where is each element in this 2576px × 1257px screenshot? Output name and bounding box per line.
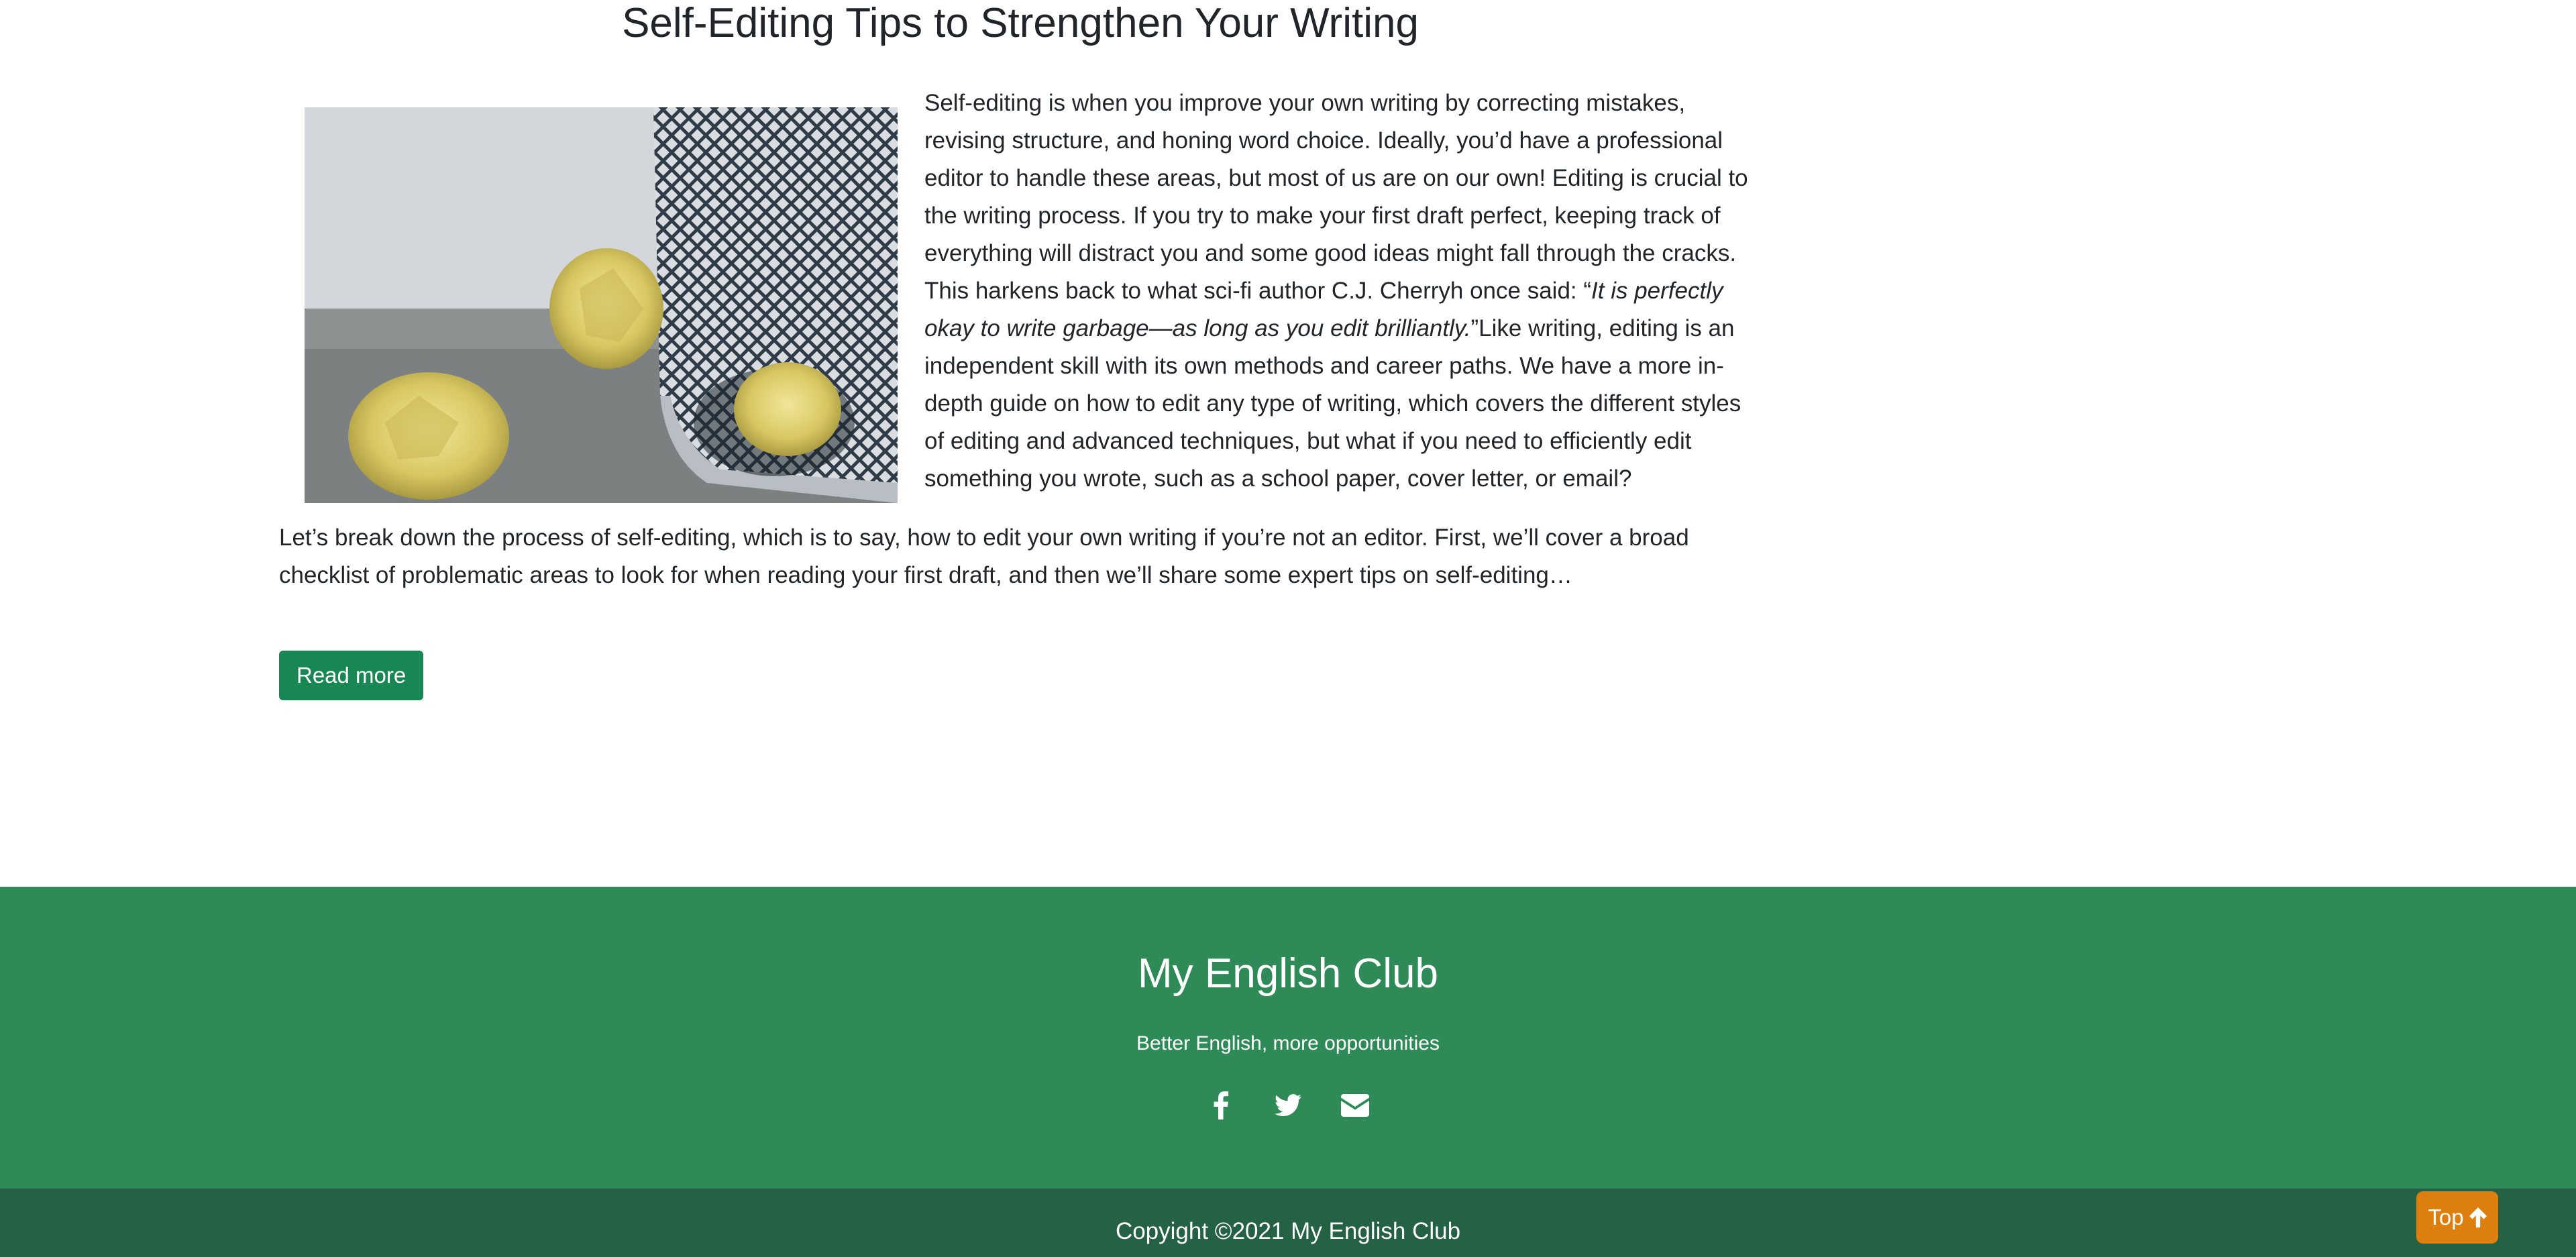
- crumpled-paper-image: [305, 107, 898, 503]
- facebook-icon[interactable]: [1205, 1089, 1237, 1122]
- article-title: Self-Editing Tips to Strengthen Your Wri…: [622, 0, 1419, 46]
- arrow-up-icon: [2469, 1207, 2487, 1227]
- footer-tagline: Better English, more opportunities: [1136, 1032, 1440, 1054]
- back-to-top-button[interactable]: Top: [2416, 1191, 2498, 1244]
- social-links: [0, 1089, 2576, 1122]
- crumpled-paper-image-drawing: [305, 107, 898, 503]
- article-paragraph-2: Let’s break down the process of self-edi…: [279, 525, 1689, 588]
- article-paragraph-1-start: Self-editing is when you improve your ow…: [924, 90, 1748, 304]
- copyright-text: Copyight ©2021 My English Club: [1115, 1218, 1461, 1244]
- footer-title: My English Club: [1138, 950, 1438, 997]
- article-paragraph-1-end: ”Like writing, editing is an independent…: [924, 315, 1741, 492]
- top-button-label: Top: [2428, 1205, 2464, 1229]
- article-body: Self-editing is when you improve your ow…: [279, 85, 1762, 616]
- copyright-bar: Copyight ©2021 My English Club: [0, 1189, 2576, 1257]
- page: Self-Editing Tips to Strengthen Your Wri…: [0, 0, 2576, 1257]
- twitter-icon[interactable]: [1272, 1089, 1304, 1122]
- envelope-icon[interactable]: [1339, 1089, 1371, 1122]
- footer: My English Club Better English, more opp…: [0, 887, 2576, 1189]
- read-more-button[interactable]: Read more: [279, 651, 424, 700]
